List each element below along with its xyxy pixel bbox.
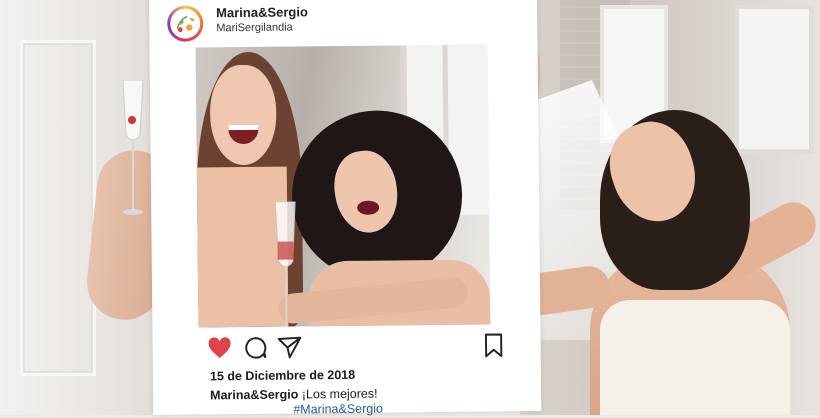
bride-dress	[600, 300, 790, 415]
floral-logo-icon	[176, 15, 195, 33]
post-caption: Marina&Sergio ¡Los mejores!	[210, 387, 378, 403]
post-date: 15 de Diciembre de 2018	[209, 367, 356, 384]
comment-icon[interactable]	[243, 335, 269, 361]
post-handle: MariSergilandia	[216, 21, 293, 35]
post-actions	[153, 332, 541, 366]
post-username: Marina&Sergio	[216, 4, 308, 21]
window-right	[735, 5, 813, 153]
caption-username: Marina&Sergio	[210, 387, 299, 403]
send-icon[interactable]	[277, 334, 303, 360]
caption-text: ¡Los mejores!	[301, 386, 378, 402]
champagne-glass-left	[122, 80, 144, 215]
caption-hashtag[interactable]: #Marina&Sergio	[293, 402, 383, 417]
friend-face	[209, 64, 277, 166]
heart-icon[interactable]	[207, 335, 233, 361]
wall-panel	[20, 40, 96, 376]
post-photo	[195, 44, 491, 328]
instagram-frame-card: Marina&Sergio MariSergilandia 15 de Dici…	[149, 0, 542, 417]
champagne-glass-photo	[274, 201, 296, 327]
profile-avatar	[167, 5, 204, 42]
bookmark-icon[interactable]	[481, 332, 507, 358]
